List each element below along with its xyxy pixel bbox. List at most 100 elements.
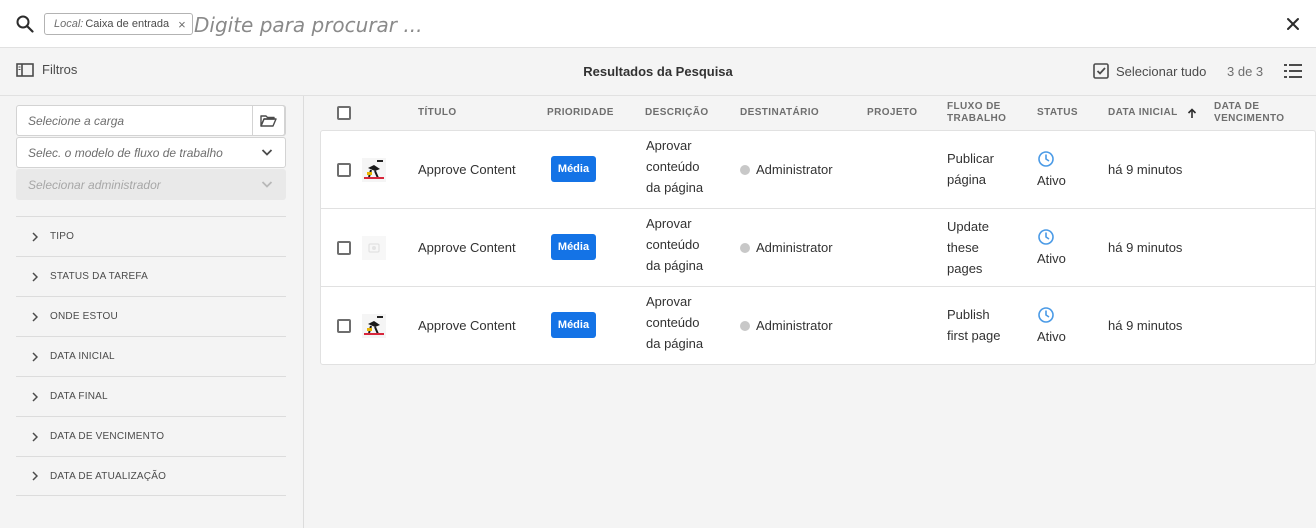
chevron-right-icon [32, 431, 38, 442]
column-title[interactable]: TÍTULO [418, 96, 457, 130]
description-line: Aprovar [646, 216, 692, 231]
facet-due-date[interactable]: DATA DE VENCIMENTO [16, 416, 286, 456]
task-description: Aprovar conteúdo da página [646, 135, 703, 198]
task-description: Aprovar conteúdo da página [646, 291, 703, 354]
clock-icon [1038, 229, 1054, 245]
close-icon[interactable] [1283, 14, 1303, 34]
header-checkbox[interactable] [337, 106, 351, 120]
start-date: há 9 minutos [1108, 318, 1183, 333]
priority-badge: Média [551, 234, 596, 260]
filter-rail: Selecione a carga Selec. o modelo de flu… [0, 96, 304, 528]
column-due-date-line1: DATA DE [1214, 101, 1260, 112]
chevron-right-icon [32, 471, 38, 481]
table-row[interactable]: Approve Content Média Aprovar conteúdo d… [321, 287, 1315, 365]
payload-path-field[interactable]: Selecione a carga [16, 105, 286, 136]
facet-where-am-i[interactable]: ONDE ESTOU [16, 296, 286, 336]
filters-button[interactable]: Filtros [16, 62, 77, 77]
table-row[interactable]: Approve Content Média Aprovar conteúdo d… [321, 131, 1315, 209]
workflow-line: Update [947, 219, 989, 234]
column-workflow-line2: TRABALHO [947, 113, 1007, 124]
chevron-right-icon [32, 391, 38, 402]
workflow-line: pages [947, 261, 983, 276]
page-thumbnail-icon [362, 314, 386, 338]
row-checkbox[interactable] [337, 241, 351, 255]
results-table: Approve Content Média Aprovar conteúdo d… [320, 130, 1316, 365]
facet-type[interactable]: TIPO [16, 216, 286, 256]
select-all-button[interactable]: Selecionar tudo [1093, 63, 1206, 79]
description-line: da página [646, 180, 704, 195]
folder-open-icon [260, 114, 277, 127]
list-view-icon[interactable] [1284, 63, 1302, 79]
row-checkbox[interactable] [337, 319, 351, 333]
facet-label: ONDE ESTOU [50, 311, 118, 322]
workflow-name: Publicar página [947, 148, 994, 190]
column-start-date[interactable]: DATA INICIAL [1108, 96, 1197, 130]
task-title[interactable]: Approve Content [418, 237, 516, 258]
assignee: Administrator [740, 315, 833, 336]
administrator-select: Selecionar administrador [16, 169, 286, 200]
column-status[interactable]: STATUS [1037, 96, 1078, 130]
column-due-date[interactable]: DATA DE VENCIMENTO [1214, 96, 1285, 130]
column-project[interactable]: PROJETO [867, 96, 917, 130]
checkbox-checked-icon [1093, 63, 1109, 79]
task-title[interactable]: Approve Content [418, 315, 516, 336]
row-checkbox[interactable] [337, 163, 351, 177]
facet-label: TIPO [50, 231, 75, 242]
priority-badge: Média [551, 312, 596, 338]
facet-label: STATUS DA TAREFA [50, 271, 149, 282]
column-workflow[interactable]: FLUXO DE TRABALHO [947, 96, 1006, 130]
table-header: TÍTULO PRIORIDADE DESCRIÇÃO DESTINATÁRIO… [320, 96, 1316, 130]
status-label: Ativo [1037, 173, 1066, 188]
tag-value: Caixa de entrada [85, 18, 170, 30]
workflow-name: Update these pages [947, 216, 989, 279]
assignee: Administrator [740, 159, 833, 180]
location-tag: Local: Caixa de entrada × [44, 13, 193, 35]
description-line: conteúdo [646, 237, 700, 252]
rail-toggle-icon [16, 62, 34, 77]
clock-icon [1038, 307, 1054, 323]
task-title[interactable]: Approve Content [418, 159, 516, 180]
assignee-name: Administrator [756, 318, 833, 333]
workflow-line: Publicar [947, 151, 994, 166]
table-row[interactable]: Approve Content Média Aprovar conteúdo d… [321, 209, 1315, 287]
chevron-right-icon [32, 271, 38, 282]
clock-icon [1038, 151, 1054, 167]
facet-task-status[interactable]: STATUS DA TAREFA [16, 256, 286, 296]
search-bar: Local: Caixa de entrada × [0, 0, 1316, 48]
start-date: há 9 minutos [1108, 240, 1183, 255]
toolbar: Filtros Resultados da Pesquisa Seleciona… [0, 48, 1316, 96]
column-assignee[interactable]: DESTINATÁRIO [740, 96, 819, 130]
facet-accordion: TIPO STATUS DA TAREFA ONDE ESTOU DATA IN… [16, 216, 286, 496]
column-priority[interactable]: PRIORIDADE [547, 96, 614, 130]
search-icon [16, 15, 34, 33]
column-description[interactable]: DESCRIÇÃO [645, 96, 709, 130]
workflow-model-select[interactable]: Selec. o modelo de fluxo de trabalho [16, 137, 286, 168]
search-input[interactable] [194, 10, 1094, 40]
tag-remove-icon[interactable]: × [178, 18, 186, 31]
facet-label: DATA DE ATUALIZAÇÃO [50, 470, 167, 482]
task-status: Ativo [1037, 306, 1066, 347]
facet-end-date[interactable]: DATA FINAL [16, 376, 286, 416]
browse-button[interactable] [252, 105, 285, 136]
task-status: Ativo [1037, 150, 1066, 191]
assignee-name: Administrator [756, 240, 833, 255]
workflow-model-placeholder: Selec. o modelo de fluxo de trabalho [28, 145, 223, 160]
chevron-right-icon [32, 231, 38, 242]
sort-ascending-icon [1187, 107, 1196, 118]
tag-key: Local: [54, 18, 84, 30]
description-line: conteúdo [646, 315, 700, 330]
task-description: Aprovar conteúdo da página [646, 213, 703, 276]
facet-update-date[interactable]: DATA DE ATUALIZAÇÃO [16, 456, 286, 496]
administrator-placeholder: Selecionar administrador [28, 177, 161, 192]
assignee-name: Administrator [756, 162, 833, 177]
user-avatar-icon [740, 243, 750, 253]
chevron-right-icon [32, 311, 38, 322]
column-due-date-line2: VENCIMENTO [1214, 113, 1285, 124]
status-label: Ativo [1037, 329, 1066, 344]
header-select-all-cell [337, 96, 351, 130]
chevron-down-icon [261, 149, 273, 156]
workflow-line: first page [947, 328, 1001, 343]
assignee: Administrator [740, 237, 833, 258]
facet-start-date[interactable]: DATA INICIAL [16, 336, 286, 376]
description-line: Aprovar [646, 138, 692, 153]
